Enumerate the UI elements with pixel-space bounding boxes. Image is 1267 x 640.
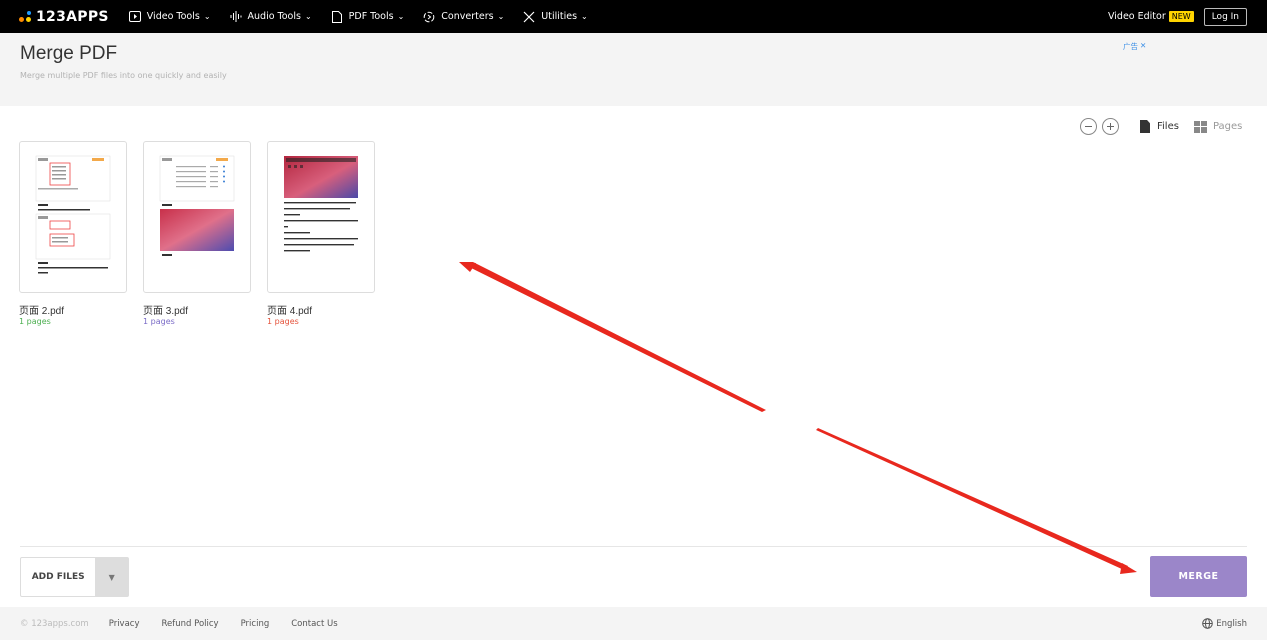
file-card[interactable] (19, 141, 127, 293)
nav-utilities-label: Utilities (541, 11, 578, 22)
file-name: 页面 3.pdf (143, 306, 189, 317)
add-files-button[interactable]: ADD FILES (21, 558, 95, 596)
file-card[interactable] (267, 141, 375, 293)
language-label: English (1216, 618, 1247, 629)
nav-audio-tools[interactable]: Audio Tools ⌄ (230, 11, 312, 23)
login-button[interactable]: Log In (1203, 7, 1247, 26)
pdf-thumbnail (34, 154, 112, 280)
footer-link-refund-policy[interactable]: Refund Policy (162, 619, 219, 629)
copyright: © 123apps.com (20, 618, 89, 629)
chevron-down-icon: ⌄ (203, 12, 211, 21)
zoom-out-button[interactable] (1080, 118, 1097, 135)
file-name: 页面 2.pdf (19, 306, 65, 317)
view-toolbar: Files Pages (1080, 118, 1242, 135)
language-selector[interactable]: English (1202, 618, 1247, 629)
video-icon (128, 11, 141, 23)
nav-pdf-tools[interactable]: PDF Tools ⌄ (331, 10, 405, 23)
add-files-dropdown[interactable]: ▼ (95, 558, 128, 596)
arrow-head-merge (1120, 563, 1137, 574)
merge-button[interactable]: MERGE (1150, 556, 1247, 597)
minus-icon (1085, 126, 1092, 127)
convert-icon (423, 11, 435, 23)
file-page-count: 1 pages (267, 317, 299, 326)
plus-icon (1107, 123, 1114, 130)
tools-icon (523, 11, 535, 23)
pdf-thumbnail (282, 154, 360, 280)
arrow-to-merge (816, 428, 1128, 570)
page-header: Merge PDF Merge multiple PDF files into … (0, 33, 1267, 106)
video-editor-link[interactable]: Video Editor NEW (1108, 11, 1194, 22)
nav-audio-tools-label: Audio Tools (247, 11, 301, 22)
pages-view-label: Pages (1212, 121, 1243, 132)
file-icon (1140, 120, 1150, 133)
footer-link-contact-us[interactable]: Contact Us (291, 619, 337, 629)
pages-view-toggle[interactable]: Pages (1193, 120, 1243, 133)
footer-link-privacy[interactable]: Privacy (109, 619, 140, 629)
ad-marker[interactable]: 广告 ✕ (1123, 41, 1146, 52)
caret-down-icon: ▼ (108, 572, 115, 582)
logo[interactable]: 123APPS (19, 9, 109, 25)
logo-dots-icon (19, 10, 33, 23)
ad-label: 广告 (1123, 42, 1138, 51)
nav-video-tools[interactable]: Video Tools ⌄ (128, 11, 211, 23)
pdf-thumbnail (158, 154, 236, 280)
file-name: 页面 4.pdf (267, 306, 313, 317)
files-view-label: Files (1157, 121, 1179, 132)
file-page-count: 1 pages (19, 317, 51, 326)
nav-pdf-tools-label: PDF Tools (348, 11, 394, 22)
close-icon[interactable]: ✕ (1140, 41, 1146, 52)
nav-video-tools-label: Video Tools (146, 11, 200, 22)
chevron-down-icon: ⌄ (397, 12, 405, 21)
file-page-count: 1 pages (143, 317, 175, 326)
add-files-control: ADD FILES ▼ (20, 557, 129, 597)
files-view-toggle[interactable]: Files (1140, 120, 1179, 133)
video-editor-label: Video Editor (1107, 11, 1166, 22)
zoom-in-button[interactable] (1102, 118, 1119, 135)
audio-wave-icon (230, 11, 242, 23)
arrow-head-files (459, 262, 476, 272)
arrow-to-files (459, 262, 766, 412)
divider (20, 546, 1247, 547)
pdf-icon (331, 10, 343, 23)
footer-link-pricing[interactable]: Pricing (241, 619, 270, 629)
chevron-down-icon: ⌄ (581, 12, 588, 21)
logo-text: 123APPS (36, 8, 109, 25)
globe-icon (1202, 618, 1214, 629)
nav-converters[interactable]: Converters ⌄ (423, 11, 504, 23)
chevron-down-icon: ⌄ (304, 12, 312, 21)
top-navigation: 123APPS Video Tools ⌄ Audio Tools ⌄ PDF … (0, 0, 1267, 33)
page-subtitle: Merge multiple PDF files into one quickl… (20, 71, 227, 80)
page-title: Merge PDF (20, 43, 118, 64)
nav-utilities[interactable]: Utilities ⌄ (523, 11, 588, 23)
file-card[interactable] (143, 141, 251, 293)
grid-icon (1193, 120, 1207, 133)
new-badge: NEW (1168, 11, 1194, 22)
footer: © 123apps.com Privacy Refund Policy Pric… (0, 607, 1267, 640)
chevron-down-icon: ⌄ (497, 12, 505, 21)
nav-converters-label: Converters (441, 11, 494, 22)
